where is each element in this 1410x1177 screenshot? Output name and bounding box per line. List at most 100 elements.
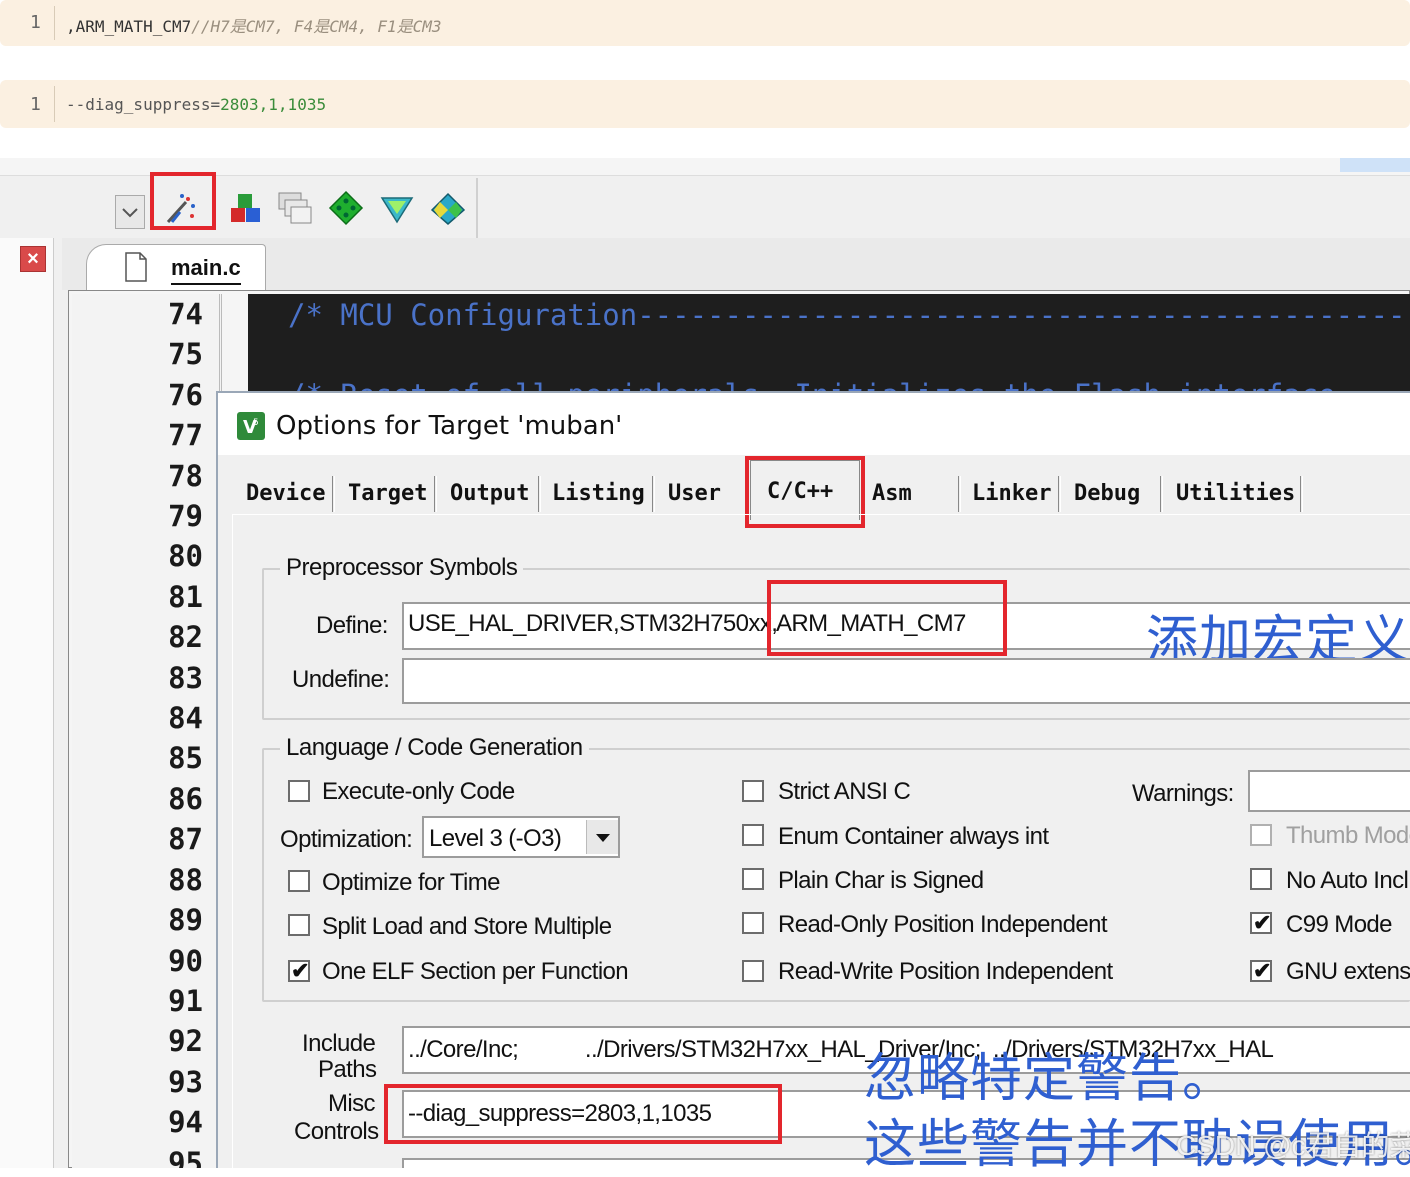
no-auto-incl-checkbox[interactable] [1250, 868, 1272, 890]
code-line-74: /* MCU Configuration--------------------… [288, 298, 1410, 332]
stacked-windows-icon [278, 192, 312, 224]
snippet-code-comment: //H7是CM7, F4是CM4, F1是CM3 [191, 17, 442, 36]
snippet-code: ,ARM_MATH_CM7//H7是CM7, F4是CM4, F1是CM3 [66, 13, 442, 37]
annotation-ignore-line1: 忽略特定警告。 [864, 1050, 1236, 1108]
optimize-time-label: Optimize for Time [322, 869, 500, 896]
cube-build-button[interactable] [228, 190, 264, 226]
define-label: Define: [316, 612, 388, 639]
ro-pos-checkbox[interactable] [742, 912, 764, 934]
plain-char-label: Plain Char is Signed [778, 867, 984, 894]
dialog-title: Options for Target 'muban' [276, 411, 623, 441]
tab-separator [538, 476, 541, 512]
download-diamond-button[interactable] [379, 190, 415, 226]
gnu-ext-label: GNU extensi [1286, 958, 1410, 985]
download-diamond-icon [380, 197, 414, 224]
execute-only-check [290, 778, 291, 803]
multi-diamond-icon [430, 192, 466, 225]
c99-label: C99 Mode [1286, 911, 1393, 938]
green-diamond-button[interactable] [328, 190, 364, 226]
editor-line-number: 95 [168, 1145, 203, 1168]
toolbar-top-strip-highlight [1340, 158, 1410, 172]
windows-button[interactable] [277, 190, 313, 226]
editor-line-number: 92 [168, 1024, 203, 1059]
split-load-check [290, 912, 291, 937]
ro-pos-label: Read-Only Position Independent [778, 911, 1108, 938]
tab-separator [1300, 476, 1303, 512]
plain-char-checkbox[interactable] [742, 868, 764, 890]
dropdown-chevron-icon [122, 208, 138, 218]
tab-target[interactable]: Target [338, 472, 434, 512]
line-number-gutter: 74 75 76 77 78 79 80 81 82 83 84 85 86 87 88 89 90 91 92 93… [72, 294, 222, 1168]
warnings-select[interactable] [1248, 770, 1410, 812]
tab-separator [434, 476, 437, 512]
close-icon: × [27, 248, 39, 270]
tab-main-c-label: main.c [171, 255, 241, 285]
tab-linker[interactable]: Linker [962, 472, 1058, 512]
editor-line-number: 75 [168, 337, 203, 372]
include-label-1: Include [302, 1030, 376, 1057]
line-numbers: 74 75 76 77 78 79 80 81 82 83 84 85 86 87 88 89 90 91 92 93… [69, 294, 219, 1168]
snippet-code-text: ,ARM_MATH_CM7 [66, 17, 192, 36]
tab-output[interactable]: Output [440, 472, 536, 512]
enum-container-label: Enum Container always int [778, 823, 1049, 850]
include-label-2: Paths [318, 1056, 377, 1083]
snippet-code: --diag_suppress=2803,1,1035 [66, 95, 326, 114]
tab-main-c[interactable]: main.c [86, 244, 266, 290]
snippet-divider [54, 86, 55, 122]
toolbar-dropdown[interactable] [115, 195, 145, 229]
execute-only-checkbox[interactable] [288, 780, 310, 802]
tab-separator [958, 476, 961, 512]
split-load-label: Split Load and Store Multiple [322, 913, 612, 940]
optimize-time-check [290, 868, 291, 893]
c99-checkbox[interactable]: ✔ [1250, 912, 1272, 934]
warnings-label: Warnings: [1132, 780, 1234, 807]
strict-ansi-checkbox[interactable] [742, 780, 764, 802]
optimization-dropdown-button[interactable] [586, 820, 618, 854]
green-diamond-icon [328, 190, 364, 226]
tab-user[interactable]: User [658, 472, 738, 512]
cube-build-icon [231, 194, 260, 222]
code-snippet-2: 1 --diag_suppress=2803,1,1035 [0, 80, 1410, 128]
snippet-divider [54, 6, 55, 40]
tab-separator [332, 476, 335, 512]
checkmark-icon: ✔ [1253, 910, 1272, 935]
code-snippet-1: 1 ,ARM_MATH_CM7//H7是CM7, F4是CM4, F1是CM3 [0, 0, 1410, 46]
snippet-code-prefix: --diag_suppress= [66, 95, 221, 114]
gnu-ext-checkbox[interactable]: ✔ [1250, 960, 1272, 982]
editor-line-number: 85 [168, 741, 203, 776]
highlight-misc-controls [384, 1084, 782, 1144]
split-load-checkbox[interactable] [288, 914, 310, 936]
editor-line-number: 90 [168, 943, 203, 978]
left-panel [0, 238, 54, 1168]
one-elf-checkbox[interactable]: ✔ [288, 960, 310, 982]
rw-pos-checkbox[interactable] [742, 960, 764, 982]
optimize-time-checkbox[interactable] [288, 870, 310, 892]
tab-asm[interactable]: Asm [862, 472, 956, 512]
dialog-app-icon: V5 [237, 412, 265, 440]
tab-utilities[interactable]: Utilities [1166, 472, 1302, 512]
enum-container-checkbox[interactable] [742, 824, 764, 846]
optimization-value: Level 3 (-O3) [429, 825, 562, 852]
editor-line-number: 79 [168, 499, 203, 534]
editor-line-number: 77 [168, 418, 203, 453]
editor-line-number: 74 [168, 297, 203, 331]
editor-line-number: 94 [168, 1105, 203, 1140]
close-panel-button[interactable]: × [20, 246, 46, 272]
undefine-input[interactable] [402, 658, 1410, 704]
no-auto-incl-label: No Auto Incl [1286, 867, 1409, 894]
optimization-select[interactable]: Level 3 (-O3) [422, 816, 620, 858]
one-elf-label: One ELF Section per Function [322, 958, 629, 985]
tab-separator [1058, 476, 1061, 512]
multi-diamond-button[interactable] [430, 190, 466, 226]
editor-line-number: 84 [168, 701, 203, 736]
tab-debug[interactable]: Debug [1064, 472, 1160, 512]
snippet-line-number: 1 [30, 94, 41, 115]
thumb-mode-checkbox[interactable] [1250, 824, 1272, 846]
tab-device[interactable]: Device [236, 472, 330, 512]
define-value-part1: USE_HAL_DRIVER,STM32H750xx, [408, 610, 778, 637]
tab-listing[interactable]: Listing [542, 472, 652, 512]
undefine-label: Undefine: [292, 666, 390, 693]
checkmark-icon: ✔ [291, 958, 310, 983]
watermark: CSDN @c君自的菜 [1176, 1130, 1410, 1161]
thumb-mode-label: Thumb Mode [1286, 822, 1410, 849]
